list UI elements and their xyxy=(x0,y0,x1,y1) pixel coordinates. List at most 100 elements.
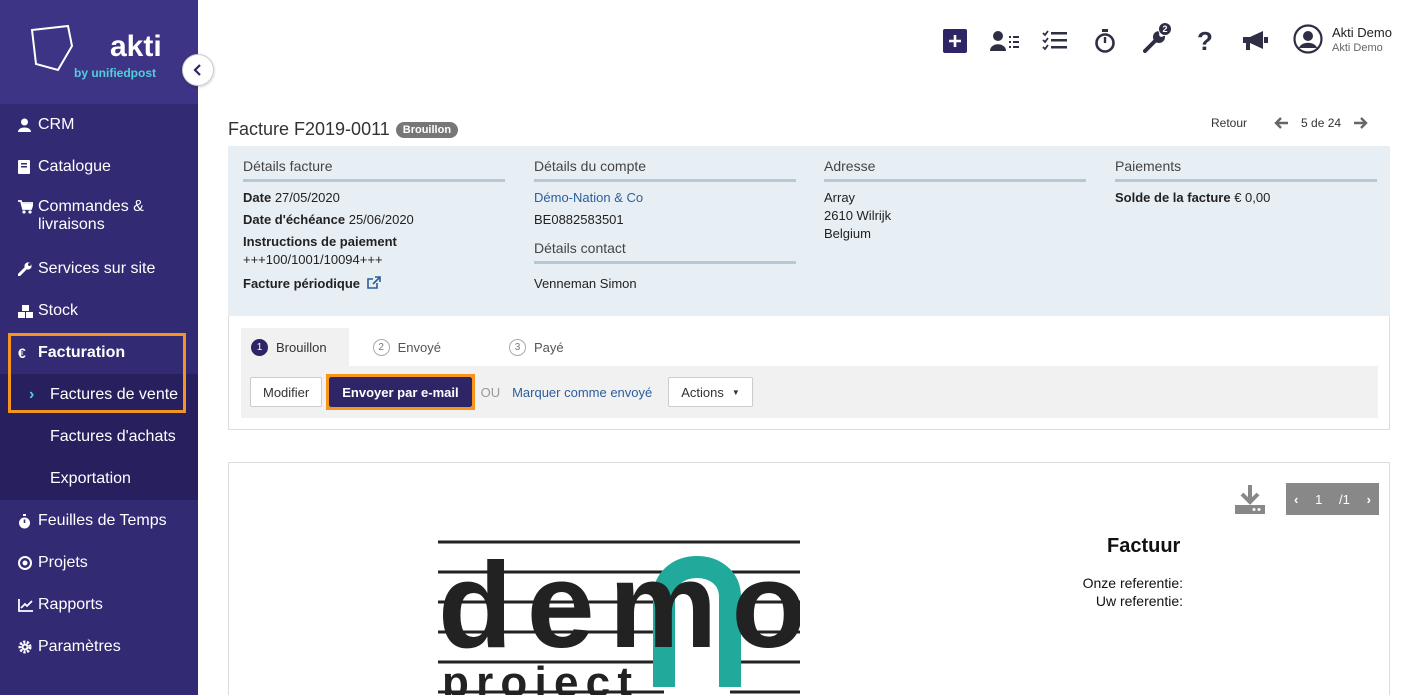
arrow-right-icon[interactable] xyxy=(1353,116,1369,130)
announcements-button[interactable] xyxy=(1240,26,1270,56)
step-paid[interactable]: 3 Payé xyxy=(473,328,586,366)
sidebar-subitem-label: Exportation xyxy=(50,470,131,487)
user-menu[interactable]: Akti Demo Akti Demo xyxy=(1293,24,1392,54)
section-heading: Paiements xyxy=(1115,158,1377,182)
external-link-icon[interactable] xyxy=(366,276,381,289)
sidebar-item-label: Commandes & xyxy=(38,198,144,215)
tools-button[interactable]: 2 xyxy=(1140,22,1172,56)
workflow-panel: 1 Brouillon 2 Envoyé 3 Payé Modifier Env… xyxy=(228,316,1390,430)
account-vat: BE0882583501 xyxy=(534,212,624,227)
caret-down-icon: ▼ xyxy=(731,387,740,397)
section-heading: Détails du compte xyxy=(534,158,796,182)
user-name: Akti Demo xyxy=(1332,24,1392,40)
modify-button[interactable]: Modifier xyxy=(250,377,323,407)
sidebar-item-label: Facturation xyxy=(38,344,126,361)
invoice-balance: € 0,00 xyxy=(1234,190,1271,205)
cubes-icon xyxy=(18,304,38,318)
logo-area: akti by unifiedpost xyxy=(0,0,198,104)
next-page-icon[interactable]: › xyxy=(1367,492,1371,507)
sidebar-item-settings[interactable]: Paramètres xyxy=(0,626,198,668)
cart-icon xyxy=(18,200,38,214)
notification-badge: 2 xyxy=(1158,22,1172,36)
section-heading: Adresse xyxy=(824,158,1086,182)
gear-icon xyxy=(18,640,38,654)
sidebar-item-label: Rapports xyxy=(38,596,103,613)
sidebar-item-label: Catalogue xyxy=(38,158,111,175)
plus-icon xyxy=(943,29,967,53)
status-badge: Brouillon xyxy=(395,121,459,138)
wrench-icon xyxy=(18,262,38,276)
help-button[interactable]: ? xyxy=(1190,26,1220,56)
address-line: Array xyxy=(824,190,856,205)
record-pager: Retour 5 de 24 xyxy=(1211,116,1369,130)
sidebar: akti by unifiedpost CRM Catalogue Comman… xyxy=(0,0,214,695)
sidebar-collapse-button[interactable] xyxy=(182,54,214,86)
user-icon xyxy=(18,118,38,132)
payment-reference: +++100/1001/10094+++ xyxy=(243,252,383,267)
sidebar-item-orders[interactable]: Commandes & livraisons xyxy=(0,188,198,248)
topbar-toolbar: 2 ? xyxy=(940,22,1290,56)
send-email-button[interactable]: Envoyer par e-mail xyxy=(329,377,472,407)
workflow-steps: 1 Brouillon 2 Envoyé 3 Payé xyxy=(241,328,596,366)
timer-button[interactable] xyxy=(1090,26,1120,56)
or-label: OU xyxy=(480,384,501,400)
address-column: Adresse Array 2610 Wilrijk Belgium xyxy=(824,158,1086,246)
our-reference-label: Onze referentie: xyxy=(1082,575,1183,591)
sidebar-item-stock[interactable]: Stock xyxy=(0,290,198,332)
sidebar-item-catalogue[interactable]: Catalogue xyxy=(0,146,198,188)
stopwatch-icon xyxy=(18,513,38,529)
mark-as-sent-link[interactable]: Marquer comme envoyé xyxy=(512,385,652,400)
akti-logo-icon xyxy=(30,24,74,72)
step-draft[interactable]: 1 Brouillon xyxy=(241,328,349,366)
page-current: 1 xyxy=(1315,491,1323,507)
target-icon xyxy=(18,556,38,570)
contacts-list-button[interactable] xyxy=(990,26,1020,56)
actions-dropdown[interactable]: Actions ▼ xyxy=(668,377,753,407)
section-heading: Détails facture xyxy=(243,158,505,182)
address-line: 2610 Wilrijk xyxy=(824,208,892,223)
prev-page-icon[interactable]: ‹ xyxy=(1294,492,1298,507)
tasks-button[interactable] xyxy=(1040,26,1070,56)
step-sent[interactable]: 2 Envoyé xyxy=(359,328,463,366)
checklist-icon xyxy=(1042,30,1067,51)
sidebar-item-label: Feuilles de Temps xyxy=(38,512,167,529)
page-total: /1 xyxy=(1339,491,1350,507)
user-list-icon xyxy=(990,31,1019,51)
add-button[interactable] xyxy=(940,26,970,56)
user-company: Akti Demo xyxy=(1332,41,1383,54)
account-link[interactable]: Démo-Nation & Co xyxy=(534,191,796,204)
chevron-left-icon xyxy=(193,64,201,76)
address-line: Belgium xyxy=(824,226,871,241)
avatar-icon xyxy=(1293,24,1323,54)
chevron-right-icon: › xyxy=(29,386,35,403)
highlight-send-email: Envoyer par e-mail xyxy=(326,374,475,410)
sidebar-item-label: Projets xyxy=(38,554,88,571)
sidebar-subitem-sales-invoices[interactable]: › Factures de vente xyxy=(0,374,198,416)
demo-project-logo: demo project xyxy=(438,537,800,695)
download-button[interactable] xyxy=(1234,485,1266,518)
sidebar-item-timesheets[interactable]: Feuilles de Temps xyxy=(0,500,198,542)
logo-text-demo: demo xyxy=(438,537,800,673)
sidebar-item-onsite-services[interactable]: Services sur site xyxy=(0,248,198,290)
invoice-info-panel: Détails facture Date 27/05/2020 Date d'é… xyxy=(228,146,1390,316)
sidebar-item-label-2: livraisons xyxy=(38,216,105,233)
sidebar-subitem-export[interactable]: Exportation xyxy=(0,458,198,500)
sidebar-item-reports[interactable]: Rapports xyxy=(0,584,198,626)
sidebar-item-label: CRM xyxy=(38,116,75,133)
invoice-date: 27/05/2020 xyxy=(274,190,340,205)
sidebar-item-invoicing[interactable]: € Facturation xyxy=(0,332,198,374)
megaphone-icon xyxy=(1243,31,1268,50)
contact-name: Venneman Simon xyxy=(534,276,637,291)
back-link[interactable]: Retour xyxy=(1211,116,1247,130)
euro-icon: € xyxy=(18,345,26,361)
arrow-left-icon[interactable] xyxy=(1273,116,1289,130)
action-bar: Modifier Envoyer par e-mail OU Marquer c… xyxy=(241,366,1378,418)
sidebar-item-crm[interactable]: CRM xyxy=(0,104,198,146)
sidebar-item-label: Stock xyxy=(38,302,79,319)
sidebar-subitem-purchase-invoices[interactable]: Factures d'achats xyxy=(0,416,198,458)
brand-sub: by unifiedpost xyxy=(74,66,156,80)
payments-column: Paiements Solde de la facture € 0,00 xyxy=(1115,158,1377,210)
book-icon xyxy=(18,160,38,174)
sidebar-item-projects[interactable]: Projets xyxy=(0,542,198,584)
question-icon: ? xyxy=(1197,25,1213,56)
